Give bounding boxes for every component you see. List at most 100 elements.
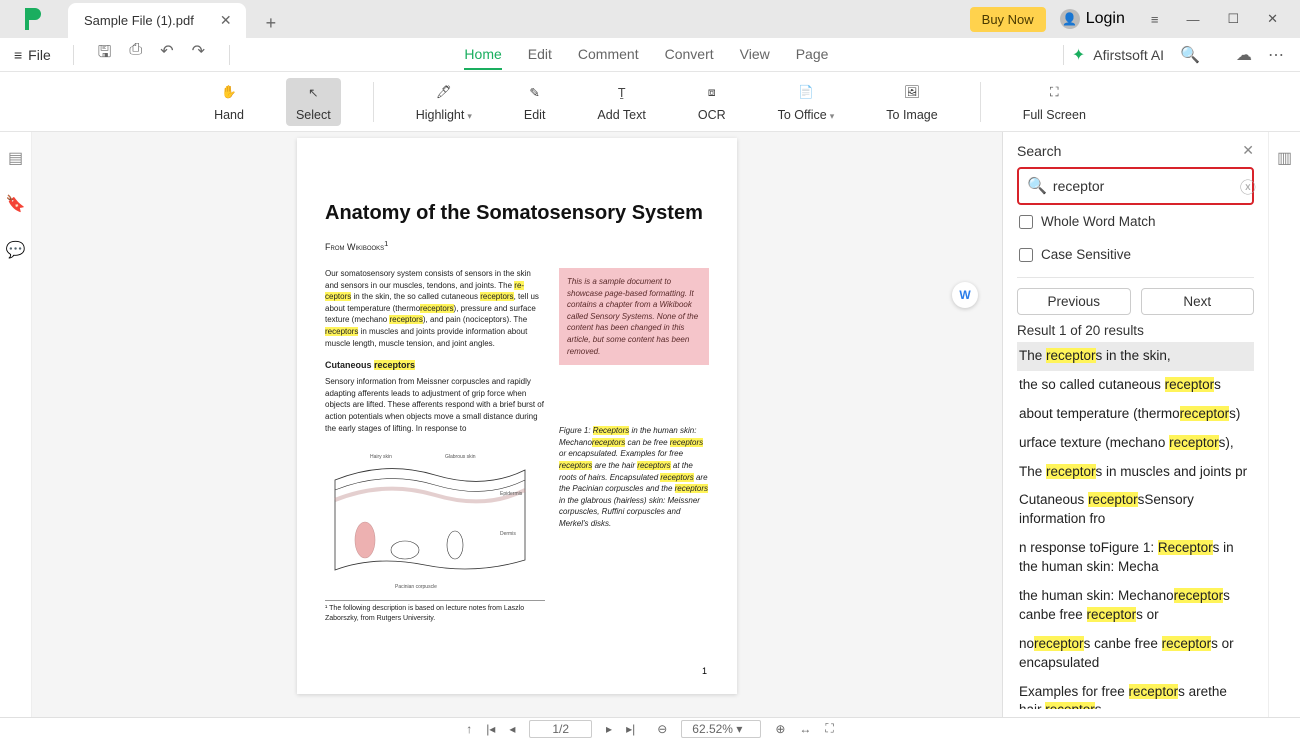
add-text-tool[interactable]: Ṯ Add Text (587, 78, 655, 126)
figure-caption: Figure 1: Receptors in the human skin: M… (559, 425, 709, 529)
fit-width-icon[interactable]: ↔ (799, 722, 811, 736)
zoom-in-icon[interactable]: ⊕ (775, 722, 785, 736)
whole-word-input[interactable] (1019, 215, 1033, 229)
tab-page[interactable]: Page (796, 40, 829, 70)
left-sidebar: ▤ 🔖 💬 (0, 132, 32, 717)
first-page-icon[interactable]: |◂ (486, 722, 495, 736)
login-label: Login (1086, 10, 1125, 28)
more-icon[interactable]: ⋯ (1268, 45, 1284, 65)
panel-icon[interactable]: ▥ (1277, 148, 1292, 168)
previous-button[interactable]: Previous (1017, 288, 1131, 315)
divider (73, 45, 74, 65)
divider (980, 82, 981, 122)
avatar-icon: 👤 (1060, 9, 1080, 29)
new-tab-button[interactable]: + (258, 9, 285, 38)
minimize-icon[interactable]: — (1174, 6, 1211, 33)
fit-page-icon[interactable]: ⛶ (825, 721, 833, 736)
print-icon[interactable]: ⎙ (129, 41, 142, 68)
buy-now-button[interactable]: Buy Now (970, 7, 1046, 32)
maximize-icon[interactable]: ☐ (1215, 5, 1251, 33)
last-page-icon[interactable]: ▸| (626, 722, 635, 736)
to-image-icon: 🖼 (904, 82, 920, 104)
redo-icon[interactable]: ↷ (192, 41, 205, 68)
divider (373, 82, 374, 122)
zoom-value[interactable]: 62.52% ▾ (681, 720, 761, 738)
document-tab[interactable]: Sample File (1).pdf ✕ (68, 3, 246, 38)
search-result-item[interactable]: the human skin: Mechanoreceptors canbe f… (1017, 582, 1254, 630)
bookmark-icon[interactable]: 🔖 (6, 194, 26, 214)
clear-search-icon[interactable]: ⓧ (1240, 174, 1256, 198)
page-subtitle: From Wikibooks1 (325, 239, 709, 252)
save-icon[interactable]: 🖫 (98, 41, 112, 68)
tab-comment[interactable]: Comment (578, 40, 639, 70)
zoom-out-icon[interactable]: ⊖ (657, 722, 667, 736)
statusbar: ↑ |◂ ◂ 1/2 ▸ ▸| ⊖ 62.52% ▾ ⊕ ↔ ⛶ (0, 717, 1300, 739)
to-image-tool[interactable]: 🖼 To Image (876, 78, 947, 126)
thumbnails-icon[interactable]: ▤ (8, 148, 23, 168)
tab-home[interactable]: Home (464, 40, 501, 70)
menubar: ≡ File 🖫 ⎙ ↶ ↷ Home Edit Comment Convert… (0, 38, 1300, 72)
page-indicator[interactable]: 1/2 (529, 720, 592, 738)
to-office-icon: 📄 (798, 82, 814, 104)
search-result-item[interactable]: the so called cutaneous receptors (1017, 371, 1254, 400)
file-menu-button[interactable]: ≡ File (0, 47, 65, 63)
select-tool[interactable]: ↖ Select (286, 78, 341, 126)
highlight-tool[interactable]: 🖊 Highlight▾ (406, 78, 482, 126)
paragraph: Sensory information from Meissner corpus… (325, 376, 545, 434)
whole-word-checkbox[interactable]: Whole Word Match (1017, 205, 1254, 238)
ai-button[interactable]: Afirstsoft AI (1093, 47, 1164, 63)
close-tab-icon[interactable]: ✕ (220, 12, 232, 29)
paragraph: Our somatosensory system consists of sen… (325, 268, 545, 349)
titlebar: Sample File (1).pdf ✕ + Buy Now 👤 Login … (0, 0, 1300, 38)
search-result-item[interactable]: Examples for free receptors arethe hair … (1017, 678, 1254, 709)
search-result-item[interactable]: noreceptors canbe free receptors or enca… (1017, 630, 1254, 678)
scroll-up-icon[interactable]: ↑ (466, 722, 472, 736)
search-input[interactable] (1053, 178, 1234, 194)
search-results-list[interactable]: The receptors in the skin, the so called… (1017, 342, 1254, 709)
next-page-icon[interactable]: ▸ (606, 722, 612, 736)
tab-view[interactable]: View (740, 40, 770, 70)
add-text-icon: Ṯ (618, 82, 626, 104)
search-result-item[interactable]: about temperature (thermoreceptors) (1017, 400, 1254, 429)
login-button[interactable]: 👤 Login (1050, 5, 1135, 33)
tab-convert[interactable]: Convert (665, 40, 714, 70)
tab-title: Sample File (1).pdf (84, 13, 194, 28)
comments-icon[interactable]: 💬 (6, 240, 26, 260)
search-result-item[interactable]: Cutaneous receptorsSensory information f… (1017, 486, 1254, 534)
close-search-icon[interactable]: ✕ (1242, 142, 1254, 159)
case-sensitive-checkbox[interactable]: Case Sensitive (1017, 238, 1254, 271)
search-icon[interactable]: 🔍 (1172, 45, 1208, 65)
cloud-icon[interactable]: ☁ (1236, 45, 1252, 65)
case-sensitive-input[interactable] (1019, 248, 1033, 262)
fullscreen-icon: ⛶ (1050, 82, 1059, 104)
tool-label: Full Screen (1023, 108, 1086, 122)
search-result-item[interactable]: urface texture (mechano receptors), (1017, 429, 1254, 458)
search-result-item[interactable]: The receptors in muscles and joints pr (1017, 458, 1254, 487)
ocr-tool[interactable]: ⧈ OCR (688, 78, 736, 126)
document-viewport[interactable]: W Anatomy of the Somatosensory System Fr… (32, 132, 1002, 717)
full-screen-tool[interactable]: ⛶ Full Screen (1013, 78, 1096, 126)
search-result-item[interactable]: n response toFigure 1: Receptors in the … (1017, 534, 1254, 582)
tool-label: To Image (886, 108, 937, 122)
page-title: Anatomy of the Somatosensory System (325, 202, 709, 225)
search-result-item[interactable]: The receptors in the skin, (1017, 342, 1254, 371)
word-export-badge[interactable]: W (952, 282, 978, 308)
search-input-wrapper: 🔍 ⓧ (1017, 167, 1254, 205)
prev-page-icon[interactable]: ◂ (509, 722, 515, 736)
divider (1017, 277, 1254, 278)
undo-icon[interactable]: ↶ (160, 41, 173, 68)
tool-label: OCR (698, 108, 726, 122)
menu-icon[interactable]: ≡ (1139, 6, 1171, 33)
svg-text:Glabrous skin: Glabrous skin (445, 454, 476, 460)
hand-tool[interactable]: ✋ Hand (204, 78, 254, 126)
to-office-tool[interactable]: 📄 To Office▾ (768, 78, 845, 126)
svg-text:Dermis: Dermis (500, 531, 516, 537)
tool-label: Highlight▾ (416, 108, 472, 122)
next-button[interactable]: Next (1141, 288, 1255, 315)
close-window-icon[interactable]: ✕ (1255, 5, 1290, 33)
edit-tool[interactable]: ✎ Edit (514, 78, 556, 126)
tab-edit[interactable]: Edit (528, 40, 552, 70)
skin-diagram: Hairy skin Glabrous skin Epidermis Dermi… (325, 440, 545, 590)
home-toolbar: ✋ Hand ↖ Select 🖊 Highlight▾ ✎ Edit Ṯ Ad… (0, 72, 1300, 132)
svg-text:Hairy skin: Hairy skin (370, 454, 392, 460)
